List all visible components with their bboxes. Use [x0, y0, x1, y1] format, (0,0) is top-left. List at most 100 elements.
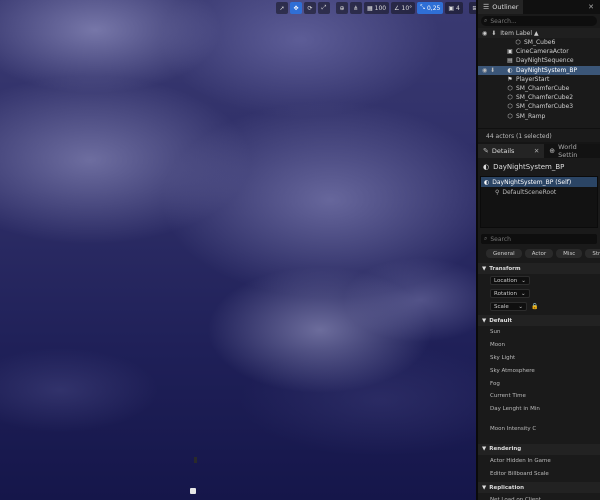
outliner-item[interactable]: ▣ CineCameraActor [478, 47, 600, 56]
property-row[interactable]: Actor Hidden In Game [478, 455, 600, 468]
visibility-eye-icon[interactable]: ◉ [482, 67, 490, 74]
replication-properties: Net Load on Client [478, 493, 600, 500]
rotation-dropdown[interactable]: Rotation ⌄ [490, 289, 530, 298]
scale-snap-icon: ⤡ [420, 4, 425, 11]
outliner-item[interactable]: ⚑ PlayerStart [478, 75, 600, 84]
actor-count-status: 44 actors (1 selected) [478, 128, 600, 142]
angle-snap-value: 10° [401, 4, 413, 12]
world-local-toggle[interactable]: ⊕ [336, 2, 348, 14]
outliner-item[interactable]: ⬡ SM_ChamferCube3 [478, 102, 600, 111]
outliner-item-label: SM_Ramp [516, 112, 546, 120]
tab-world-settings-label: World Settin [558, 144, 578, 159]
actor-in-scene[interactable] [194, 457, 197, 463]
property-label: Sky Atmosphere [490, 367, 535, 374]
property-row[interactable]: Net Load on Client [478, 493, 600, 500]
selected-object-name: DayNightSystem_BP [493, 163, 565, 171]
viewport-toolbar: ➚ ✥ ⟳ ⤢ ⊕ ⋔ ▦ 100 ∠ 10° ⤡ 0,25 ▣ 4 ⊞ [276, 2, 476, 14]
chevron-down-icon: ⌄ [521, 277, 526, 284]
outliner-item[interactable]: ⬡ SM_Ramp [478, 112, 600, 121]
section-replication-header[interactable]: ▼ Replication [478, 482, 600, 494]
close-icon[interactable]: ✕ [534, 147, 539, 155]
scale-snap-button[interactable]: ⤡ 0,25 [417, 2, 444, 14]
property-label: Current Time [490, 393, 526, 400]
outliner-item-label: SM_ChamferCube3 [516, 103, 574, 111]
chevron-down-icon: ⌄ [518, 303, 523, 310]
outliner-item[interactable]: ⬡ SM_ChamferCube2 [478, 93, 600, 102]
surface-snap-button[interactable]: ⋔ [350, 2, 362, 14]
outliner-item-label: SM_ChamferCube [516, 85, 570, 93]
property-label: Editor Billboard Scale [490, 470, 549, 477]
filter-actor-button[interactable]: Actor [524, 249, 554, 258]
details-panel: ✎ Details ✕ ⊕ World Settin ◐ DayNightSys… [478, 144, 600, 500]
property-row[interactable]: Day Lenght in Min [478, 403, 600, 416]
translate-mode-button[interactable]: ✥ [290, 2, 302, 14]
lock-icon[interactable]: 🔒 [531, 303, 538, 310]
select-mode-button[interactable]: ➚ [276, 2, 288, 14]
property-label: Moon [490, 342, 505, 349]
camera-speed-button[interactable]: ▣ 4 [445, 2, 463, 14]
property-row[interactable]: Editor Billboard Scale [478, 467, 600, 480]
sequence-icon: ▤ [507, 57, 513, 65]
grid-icon: ▦ [367, 4, 373, 12]
transform-rotation-row: Rotation ⌄ [478, 287, 600, 300]
transform-scale-row: Scale ⌄ 🔒 [478, 300, 600, 313]
scale-dropdown[interactable]: Scale ⌄ [490, 302, 527, 311]
filter-streaming-button[interactable]: Stream [585, 249, 600, 258]
location-dropdown[interactable]: Location ⌄ [490, 276, 530, 285]
outliner-item[interactable]: ⬡ SM_ChamferCube [478, 84, 600, 93]
scale-mode-button[interactable]: ⤢ [318, 2, 330, 14]
outliner-item-label: DayNightSequence [516, 57, 574, 65]
component-self-row[interactable]: ◐ DayNightSystem_BP (Self) [481, 177, 597, 187]
visibility-column-eye-icon[interactable]: ◉ [482, 30, 487, 37]
property-row[interactable]: Sun [478, 326, 600, 339]
property-row[interactable]: Current Time [478, 390, 600, 403]
tab-world-settings[interactable]: ⊕ World Settin [544, 144, 600, 159]
cursor-icon: ➚ [279, 4, 285, 12]
player-start-marker-icon[interactable] [190, 488, 196, 494]
property-row[interactable]: Moon Intensity C [478, 416, 600, 442]
details-search-input[interactable]: ⌕ Search [481, 234, 597, 244]
angle-snap-button[interactable]: ∠ 10° [391, 2, 416, 14]
static-mesh-icon: ⬡ [507, 94, 513, 102]
grid-snap-button[interactable]: ▦ 100 [364, 2, 390, 14]
camera-icon: ▣ [507, 48, 513, 56]
tab-details[interactable]: ✎ Details ✕ [478, 144, 545, 158]
property-row[interactable]: Sky Light [478, 352, 600, 365]
close-icon[interactable]: ✕ [588, 3, 594, 11]
outliner-item[interactable]: ⬡ SM_Cube6 [478, 38, 600, 47]
outliner-item-label: SM_Cube6 [524, 39, 556, 47]
scale-label: Scale [494, 303, 509, 310]
section-rendering-label: Rendering [489, 446, 522, 453]
camera-icon: ▣ [448, 4, 454, 12]
section-transform-header[interactable]: ▼ Transform [478, 263, 600, 274]
filter-general-button[interactable]: General [486, 249, 522, 258]
viewport-layout-button[interactable]: ⊞ [468, 2, 476, 14]
section-rendering-header[interactable]: ▼ Rendering [478, 443, 600, 455]
filter-misc-button[interactable]: Misc [556, 249, 583, 258]
outliner-item-label: SM_ChamferCube2 [516, 94, 574, 102]
blueprint-icon: ◐ [484, 178, 490, 186]
component-child-label: DefaultSceneRoot [502, 188, 557, 196]
outliner-search-input[interactable]: ⌕ Search... [481, 16, 597, 26]
pin-icon[interactable]: ⬇ [490, 67, 498, 74]
property-row[interactable]: Fog [478, 377, 600, 390]
globe-icon: ⊕ [549, 147, 556, 155]
selected-object-title: ◐ DayNightSystem_BP [478, 158, 600, 176]
section-default-header[interactable]: ▼ Default [478, 315, 600, 326]
details-search-row: ⌕ Search [478, 232, 600, 246]
item-label-column[interactable]: Item Label ▲ [500, 30, 538, 37]
level-viewport[interactable]: ➚ ✥ ⟳ ⤢ ⊕ ⋔ ▦ 100 ∠ 10° ⤡ 0,25 ▣ 4 ⊞ [0, 0, 476, 500]
details-filter-row: General Actor Misc Stream [478, 246, 600, 258]
collapse-arrow-icon: ▼ [482, 446, 487, 453]
rotate-mode-button[interactable]: ⟳ [304, 2, 316, 14]
component-default-scene-root-row[interactable]: ⚲ DefaultSceneRoot [481, 187, 597, 197]
outliner-item[interactable]: ▤ DayNightSequence [478, 56, 600, 65]
pin-column-icon[interactable]: ⬇ [491, 30, 496, 37]
tab-outliner-label: Outliner [492, 3, 519, 11]
property-row[interactable]: Sky Atmosphere [478, 364, 600, 377]
pencil-icon: ✎ [483, 147, 489, 155]
search-icon: ⌕ [484, 235, 488, 242]
tab-outliner[interactable]: ☰ Outliner [478, 0, 524, 14]
property-row[interactable]: Moon [478, 339, 600, 352]
outliner-item[interactable]: ◉ ⬇ ◐ DayNightSystem_BP [478, 65, 600, 75]
